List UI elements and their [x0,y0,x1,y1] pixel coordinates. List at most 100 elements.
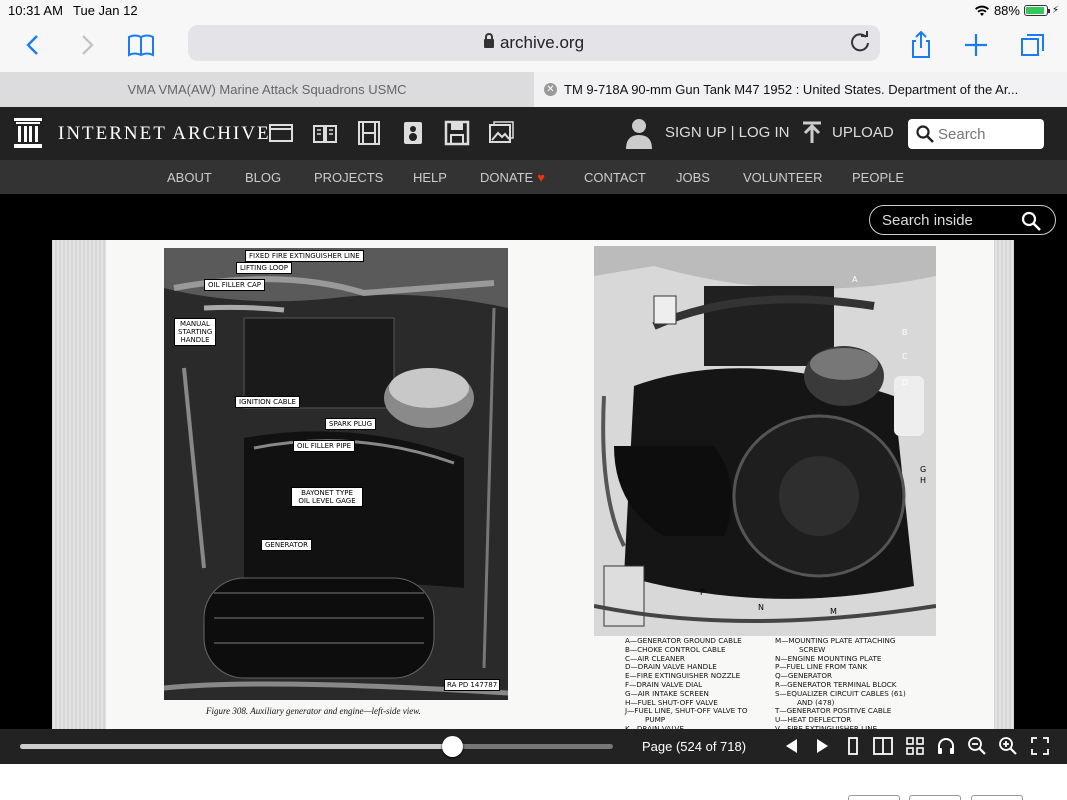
battery-percent: 88% [993,3,1020,18]
legend-item: S—EQUALIZER CIRCUIT CABLES (61) [775,688,906,698]
callout-label: FIXED FIRE EXTINGUISHER LINE [245,250,364,262]
ia-wordmark[interactable]: INTERNET ARCHIVE [58,123,271,145]
tabs-icon[interactable] [1018,30,1048,60]
back-icon[interactable] [18,30,48,60]
one-page-view-icon[interactable] [843,736,863,756]
next-page-icon[interactable] [812,736,832,756]
page-number: Page (524 of 718) [642,739,747,754]
tab-inactive[interactable]: VMA VMA(AW) Marine Attack Squadrons USMC [0,72,534,107]
texts-icon[interactable] [312,120,338,146]
ia-nav-bar: ABOUT BLOG PROJECTS HELP DONATE ♥ CONTACT… [0,160,1067,194]
fullscreen-icon[interactable] [1030,736,1050,756]
book-nav-bar: Page (524 of 718) [0,729,1067,764]
callout-letter: N [758,603,764,612]
two-page-view-icon[interactable] [873,736,893,756]
reload-icon[interactable] [848,30,872,54]
status-time: 10:31 AM [8,3,63,18]
url-display: archive.org [188,33,880,53]
ra-pd-number: RA PD 147787 [444,679,501,691]
figure-legend-right: M—MOUNTING PLATE ATTACHING SCREW N—ENGIN… [775,636,906,734]
generator-photo-left [164,248,508,700]
status-right: 88% ⚡ [974,3,1059,18]
web-icon[interactable] [268,120,294,146]
battery-level [1025,7,1044,14]
read-aloud-icon[interactable] [936,736,956,756]
search-icon [1021,211,1041,231]
nav-volunteer[interactable]: VOLUNTEER [743,170,822,185]
tab-title: TM 9-718A 90-mm Gun Tank M47 1952 : Unit… [564,82,1019,97]
close-tab-icon[interactable]: ✕ [544,83,557,96]
callout-letter: D [902,378,909,387]
prev-page-icon[interactable] [782,736,802,756]
software-icon[interactable] [444,120,470,146]
callout-label: GENERATOR [261,539,312,551]
page-slider[interactable] [20,736,613,757]
bookmarks-icon[interactable] [126,30,156,60]
nav-blog[interactable]: BLOG [245,170,281,185]
engine-illustration [594,246,936,636]
callout-label: MANUAL STARTING HANDLE [174,318,216,346]
new-tab-icon[interactable] [961,30,991,60]
nav-about[interactable]: ABOUT [167,170,212,185]
audio-icon[interactable] [400,120,426,146]
tab-title: VMA VMA(AW) Marine Attack Squadrons USMC [127,82,407,97]
lock-icon [483,33,494,48]
callout-letter: A [852,275,858,284]
nav-jobs[interactable]: JOBS [676,170,710,185]
ia-header: INTERNET ARCHIVE SIGN UP | LOG IN UPLOAD [0,107,1067,160]
action-button-stub[interactable] [971,795,1023,800]
charging-icon: ⚡ [1051,5,1059,16]
legend-item: J—FUEL LINE, SHUT-OFF VALVE TO [625,706,748,716]
images-icon[interactable] [488,120,514,146]
search-icon [916,125,934,143]
callout-letter: H [920,476,927,485]
upload-link[interactable]: UPLOAD [832,124,894,141]
page-below-viewer [0,764,1067,800]
tab-strip: VMA VMA(AW) Marine Attack Squadrons USMC… [0,72,1067,107]
status-date: Tue Jan 12 [73,3,138,18]
share-icon[interactable] [906,30,936,60]
figure-caption: Figure 308. Auxiliary generator and engi… [206,706,421,716]
ia-search-box[interactable] [908,119,1044,149]
callout-letter: P [700,588,705,597]
ia-search-input[interactable] [938,124,1038,144]
nav-people[interactable]: PEOPLE [852,170,904,185]
ios-status-bar: 10:31 AM Tue Jan 12 88% ⚡ [0,0,1067,22]
callout-letter: M [830,607,837,616]
heart-icon: ♥ [537,170,545,185]
nav-donate[interactable]: DONATE ♥ [480,170,545,185]
url-host: archive.org [499,33,585,52]
figure-legend-left: A—GENERATOR GROUND CABLE B—CHOKE CONTROL… [625,636,748,734]
address-bar[interactable]: archive.org [188,25,880,61]
book-viewer: Search inside FIXED FIRE EXTINGUISHER LI… [0,194,1067,733]
callout-label: SPARK PLUG [325,418,377,430]
callout-label: OIL FILLER PIPE [293,440,356,452]
ia-logo-icon[interactable] [14,118,42,148]
engine-illustration [164,248,508,700]
app-root: 10:31 AM Tue Jan 12 88% ⚡ archive.org VM… [0,0,1067,800]
action-button-stub[interactable] [848,795,900,800]
action-button-stub[interactable] [909,795,961,800]
zoom-in-icon[interactable] [998,736,1018,756]
zoom-out-icon[interactable] [967,736,987,756]
legend-item: M—MOUNTING PLATE ATTACHING [775,636,896,645]
thumbnail-view-icon[interactable] [905,736,925,756]
user-icon[interactable] [625,117,653,149]
upload-icon[interactable] [802,121,822,145]
callout-letter: G [920,465,927,474]
video-icon[interactable] [356,120,382,146]
callout-label: OIL FILLER CAP [204,279,265,291]
nav-help[interactable]: HELP [413,170,447,185]
nav-projects[interactable]: PROJECTS [314,170,383,185]
forward-icon[interactable] [72,30,102,60]
nav-donate-label: DONATE [480,170,534,185]
search-inside-box[interactable]: Search inside [869,205,1056,235]
nav-contact[interactable]: CONTACT [584,170,646,185]
book-spread: FIXED FIRE EXTINGUISHER LINE LIFTING LOO… [52,240,1014,733]
generator-photo-right [594,246,936,636]
page-slider-fill [20,744,453,749]
sign-in-link[interactable]: SIGN UP | LOG IN [665,124,789,141]
page-slider-handle[interactable] [442,736,464,757]
search-inside-label: Search inside [882,212,973,229]
tab-active[interactable]: ✕ TM 9-718A 90-mm Gun Tank M47 1952 : Un… [534,72,1067,107]
